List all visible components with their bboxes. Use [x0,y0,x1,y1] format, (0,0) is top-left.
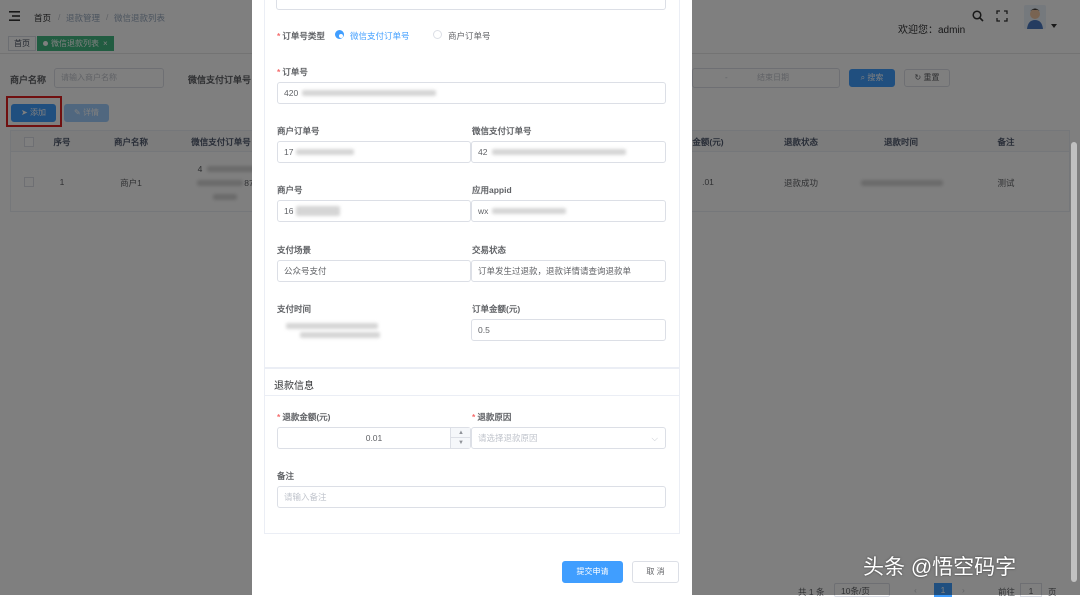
order-no-label-text: 订单号 [282,67,308,77]
appid-label: 应用appid [472,185,512,195]
refund-amount-input[interactable]: 0.01 [277,427,471,449]
top-cut-field[interactable] [276,0,666,10]
redacted-value [302,90,436,96]
order-amount-value: 0.5 [478,325,490,335]
page-scrollbar-thumb[interactable] [1071,142,1077,582]
submit-button[interactable]: 提交申请 [562,561,623,583]
chevron-down-icon: ⌵ [651,433,658,443]
radio-merchant-order-label[interactable]: 商户订单号 [448,30,491,42]
merchant-no-value: 16 [284,206,294,216]
redacted-value [492,149,626,155]
order-no-label: * 订单号 [277,66,308,78]
remark-label: 备注 [277,471,295,481]
trade-state-value: 订单发生过退款，退款详情请查询退款单 [478,266,632,276]
refund-amount-label: * 退款金额(元) [277,411,330,423]
refund-reason-select[interactable]: 请选择退款原因 ⌵ [471,427,666,449]
order-no-value: 420 [284,88,299,98]
refund-reason-label: * 退款原因 [472,411,511,423]
submit-label: 提交申请 [576,567,609,576]
cancel-label: 取 消 [646,567,665,576]
pay-scene-input[interactable]: 公众号支付 [277,260,471,282]
merchant-no-label: 商户号 [277,185,303,195]
redacted-value [492,208,566,214]
merchant-order-value: 17 [284,147,294,157]
pay-scene-label: 支付场景 [277,245,312,255]
refund-reason-label-text: 退款原因 [477,412,512,422]
redacted-value [286,323,378,329]
stepper-buttons: ▲ ▼ [450,428,471,448]
scrollbar-track [682,0,692,595]
radio-merchant-order[interactable] [433,30,442,39]
required-mark: * [277,412,281,422]
redacted-value [296,149,354,155]
refund-reason-placeholder: 请选择退款原因 [478,433,538,443]
refund-section-title: 退款信息 [274,381,314,392]
redacted-value [300,332,380,338]
stepper-up-icon[interactable]: ▲ [451,428,471,438]
radio-wx-order-label[interactable]: 微信支付订单号 [350,30,410,42]
remark-input[interactable]: 请输入备注 [277,486,666,508]
trade-state-input[interactable]: 订单发生过退款，退款详情请查询退款单 [471,260,666,282]
wx-order-value: 42 [478,147,488,157]
wx-order-label: 微信支付订单号 [472,126,532,136]
order-type-label: * 订单号类型 [277,30,325,42]
required-mark: * [472,412,476,422]
refund-amount-value: 0.01 [365,433,383,443]
required-mark: * [277,67,281,77]
redacted-value [296,206,340,216]
radio-wx-order[interactable] [335,30,344,39]
pay-scene-value: 公众号支付 [284,266,327,276]
cancel-button[interactable]: 取 消 [632,561,679,583]
pay-time-label: 支付时间 [277,304,312,314]
refund-amount-label-text: 退款金额(元) [282,412,331,422]
order-type-label-text: 订单号类型 [282,31,325,41]
appid-value: wx [478,206,489,216]
merchant-order-label: 商户订单号 [277,126,320,136]
order-amount-label: 订单金额(元) [472,304,521,314]
refund-section-header [264,368,680,396]
required-mark: * [277,31,281,41]
watermark: 头条 @悟空码字 [863,556,1017,579]
order-amount-input[interactable]: 0.5 [471,319,666,341]
remark-placeholder: 请输入备注 [284,492,327,502]
trade-state-label: 交易状态 [472,245,507,255]
stepper-down-icon[interactable]: ▼ [451,438,471,448]
